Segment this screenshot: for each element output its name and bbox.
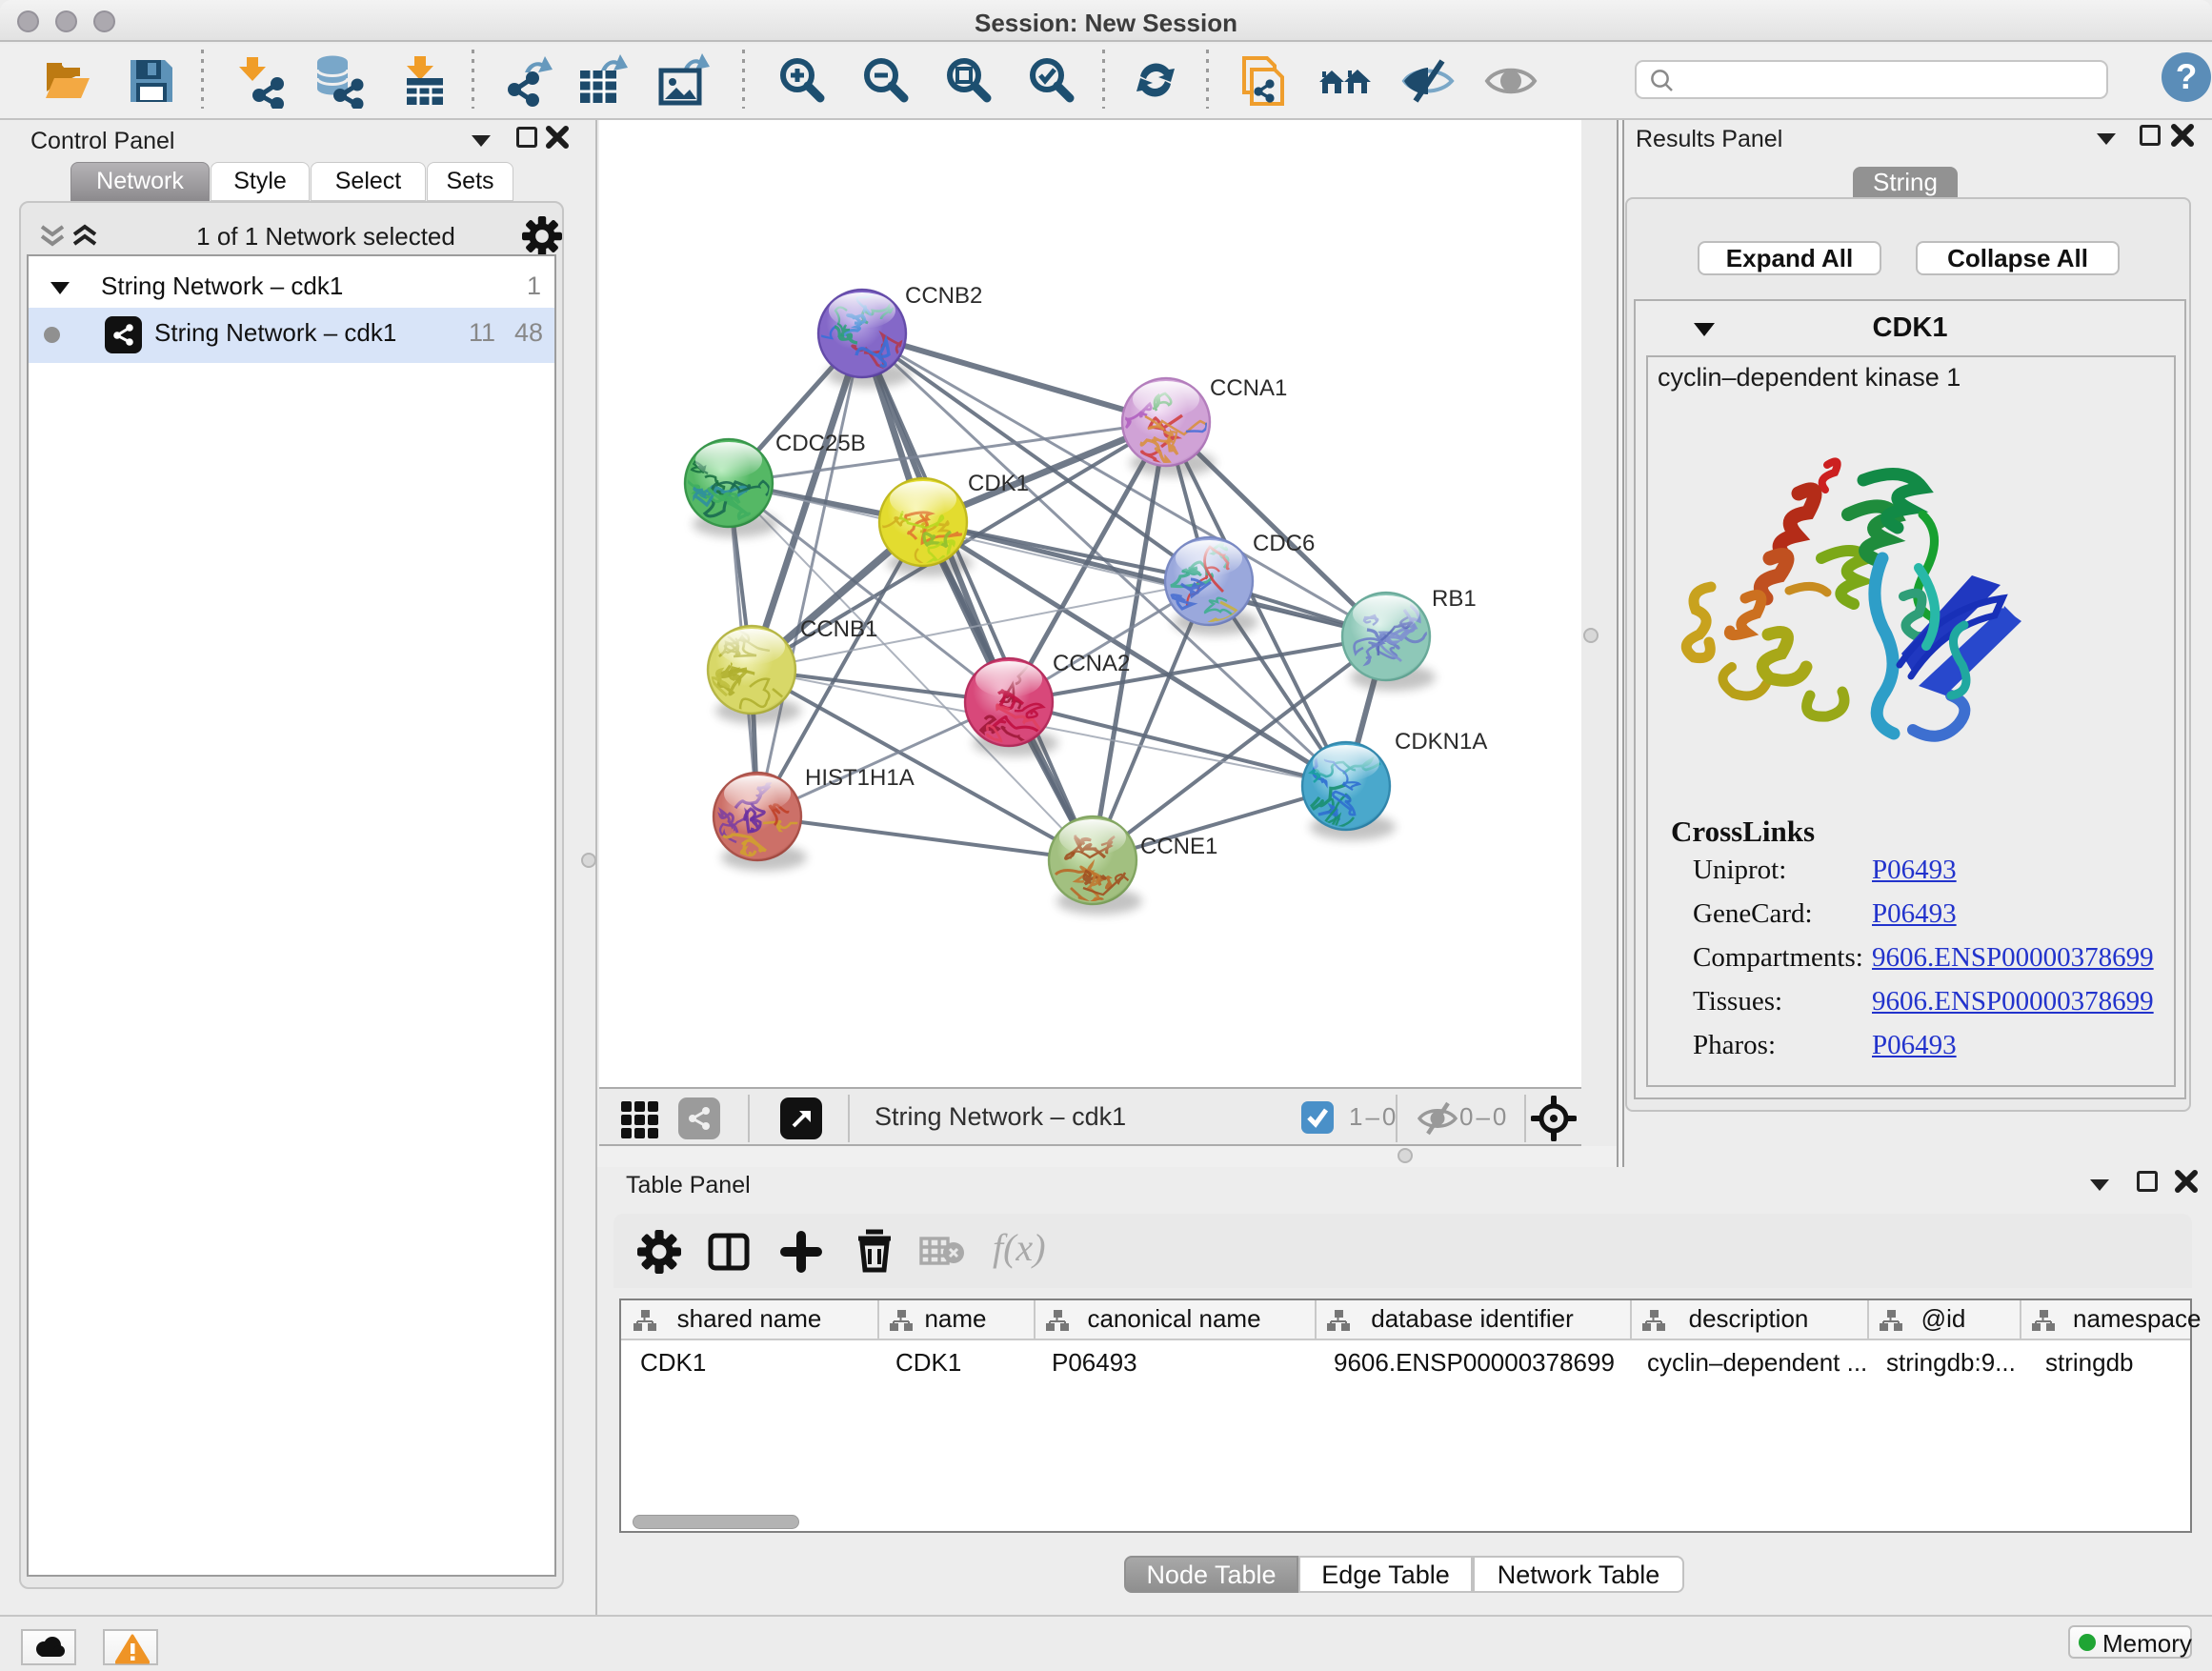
svg-text:CDC25B: CDC25B	[775, 431, 866, 456]
svg-text:HIST1H1A: HIST1H1A	[805, 765, 915, 791]
svg-text:CCNB2: CCNB2	[905, 283, 982, 309]
svg-text:CCNB1: CCNB1	[800, 616, 877, 642]
svg-text:?: ?	[2176, 57, 2198, 96]
svg-text:CDKN1A: CDKN1A	[1395, 729, 1487, 755]
svg-text:RB1: RB1	[1432, 586, 1477, 612]
svg-text:CCNE1: CCNE1	[1140, 834, 1217, 859]
svg-text:CCNA1: CCNA1	[1210, 375, 1287, 401]
svg-text:CDC6: CDC6	[1253, 531, 1315, 556]
svg-text:CDK1: CDK1	[968, 471, 1029, 496]
svg-text:CCNA2: CCNA2	[1053, 651, 1130, 676]
